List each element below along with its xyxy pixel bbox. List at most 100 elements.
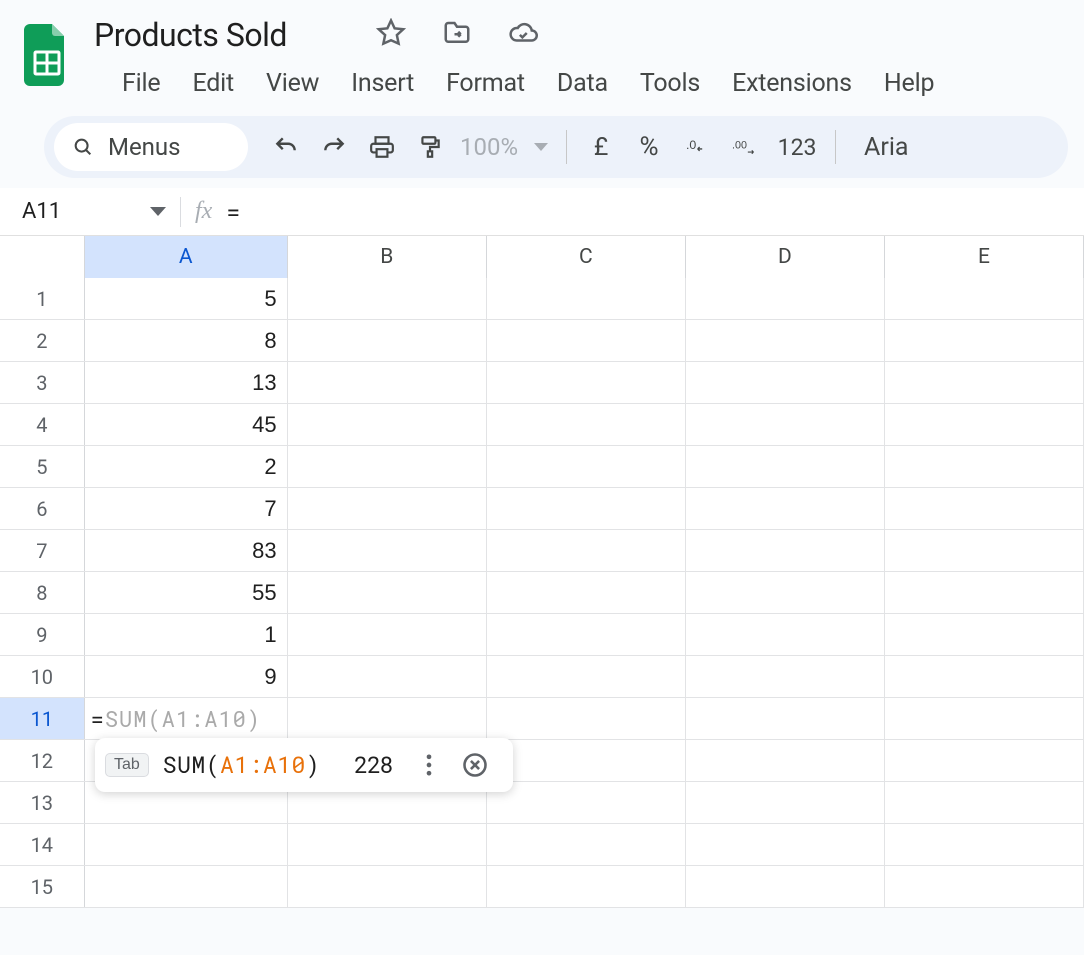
cell[interactable]	[288, 488, 487, 529]
cell[interactable]	[487, 446, 686, 487]
cell[interactable]	[686, 278, 885, 319]
cell[interactable]	[686, 824, 885, 865]
cell[interactable]	[288, 614, 487, 655]
cell[interactable]: 5	[85, 278, 288, 319]
percent-button[interactable]: %	[625, 125, 673, 169]
menu-help[interactable]: Help	[868, 65, 950, 102]
cell[interactable]	[885, 488, 1084, 529]
cell[interactable]	[487, 740, 686, 781]
cell[interactable]	[686, 866, 885, 907]
cell[interactable]	[885, 362, 1084, 403]
cell[interactable]: 55	[85, 572, 288, 613]
cell[interactable]: 45	[85, 404, 288, 445]
menu-edit[interactable]: Edit	[176, 65, 250, 102]
col-header-b[interactable]: B	[288, 236, 487, 278]
cell[interactable]	[288, 824, 487, 865]
cell[interactable]	[686, 782, 885, 823]
cell[interactable]	[487, 824, 686, 865]
cell[interactable]	[885, 320, 1084, 361]
cell[interactable]	[686, 614, 885, 655]
cell[interactable]: 1	[85, 614, 288, 655]
cell[interactable]	[487, 782, 686, 823]
cell[interactable]	[885, 698, 1084, 739]
cell[interactable]: 83	[85, 530, 288, 571]
cell[interactable]	[686, 404, 885, 445]
cell[interactable]	[885, 656, 1084, 697]
cell[interactable]	[885, 782, 1084, 823]
cell[interactable]	[686, 698, 885, 739]
cell[interactable]	[885, 572, 1084, 613]
row-header[interactable]: 8	[0, 572, 85, 613]
cell[interactable]	[487, 320, 686, 361]
cell[interactable]	[288, 866, 487, 907]
row-header[interactable]: 14	[0, 824, 85, 865]
col-header-e[interactable]: E	[885, 236, 1084, 278]
cell[interactable]	[686, 488, 885, 529]
number-format-button[interactable]: 123	[769, 125, 825, 169]
cell[interactable]	[885, 824, 1084, 865]
menu-view[interactable]: View	[250, 65, 335, 102]
cell[interactable]	[288, 530, 487, 571]
close-suggestion-icon[interactable]	[461, 751, 489, 779]
cell[interactable]	[487, 656, 686, 697]
undo-button[interactable]	[262, 125, 310, 169]
redo-button[interactable]	[310, 125, 358, 169]
cell[interactable]	[686, 740, 885, 781]
font-family-dropdown[interactable]: Aria	[846, 133, 908, 162]
cell[interactable]	[487, 530, 686, 571]
row-header[interactable]: 3	[0, 362, 85, 403]
cell[interactable]	[686, 656, 885, 697]
row-header[interactable]: 7	[0, 530, 85, 571]
cell[interactable]: 9	[85, 656, 288, 697]
name-box[interactable]: A11	[16, 188, 176, 235]
row-header[interactable]: 2	[0, 320, 85, 361]
cell[interactable]: 7	[85, 488, 288, 529]
menu-tools[interactable]: Tools	[624, 65, 716, 102]
row-header[interactable]: 9	[0, 614, 85, 655]
menu-format[interactable]: Format	[430, 65, 541, 102]
cell[interactable]	[487, 404, 686, 445]
suggestion-formula[interactable]: SUM(A1:A10)	[163, 750, 320, 780]
cell[interactable]: 13	[85, 362, 288, 403]
cell[interactable]	[885, 614, 1084, 655]
menu-extensions[interactable]: Extensions	[716, 65, 868, 102]
cell[interactable]	[885, 404, 1084, 445]
decrease-decimal-button[interactable]: .0	[673, 125, 721, 169]
row-header[interactable]: 1	[0, 278, 85, 319]
cell[interactable]	[487, 572, 686, 613]
cell[interactable]	[487, 866, 686, 907]
cell[interactable]	[686, 530, 885, 571]
formula-input[interactable]: =	[226, 197, 240, 227]
cell[interactable]	[288, 656, 487, 697]
cell[interactable]	[288, 278, 487, 319]
cell[interactable]	[288, 404, 487, 445]
row-header[interactable]: 13	[0, 782, 85, 823]
cell[interactable]: 8	[85, 320, 288, 361]
cell[interactable]	[288, 698, 487, 739]
cell[interactable]	[85, 824, 288, 865]
cell[interactable]	[885, 530, 1084, 571]
row-header[interactable]: 12	[0, 740, 85, 781]
cell[interactable]	[85, 866, 288, 907]
col-header-c[interactable]: C	[487, 236, 686, 278]
cell[interactable]: 2	[85, 446, 288, 487]
cell[interactable]	[487, 362, 686, 403]
row-header[interactable]: 11	[0, 698, 85, 739]
sheets-app-icon[interactable]	[24, 24, 70, 86]
cell[interactable]	[885, 446, 1084, 487]
paint-format-button[interactable]	[406, 125, 454, 169]
move-to-folder-icon[interactable]	[442, 18, 472, 48]
document-title[interactable]: Products Sold	[92, 16, 289, 54]
increase-decimal-button[interactable]: .00	[721, 125, 769, 169]
zoom-dropdown[interactable]: 100%	[454, 133, 556, 161]
row-header[interactable]: 4	[0, 404, 85, 445]
cell[interactable]	[288, 572, 487, 613]
menu-insert[interactable]: Insert	[335, 65, 430, 102]
menu-data[interactable]: Data	[541, 65, 624, 102]
row-header[interactable]: 5	[0, 446, 85, 487]
cell[interactable]	[885, 278, 1084, 319]
cell[interactable]	[686, 362, 885, 403]
cell[interactable]	[686, 572, 885, 613]
row-header[interactable]: 6	[0, 488, 85, 529]
cell[interactable]	[885, 866, 1084, 907]
